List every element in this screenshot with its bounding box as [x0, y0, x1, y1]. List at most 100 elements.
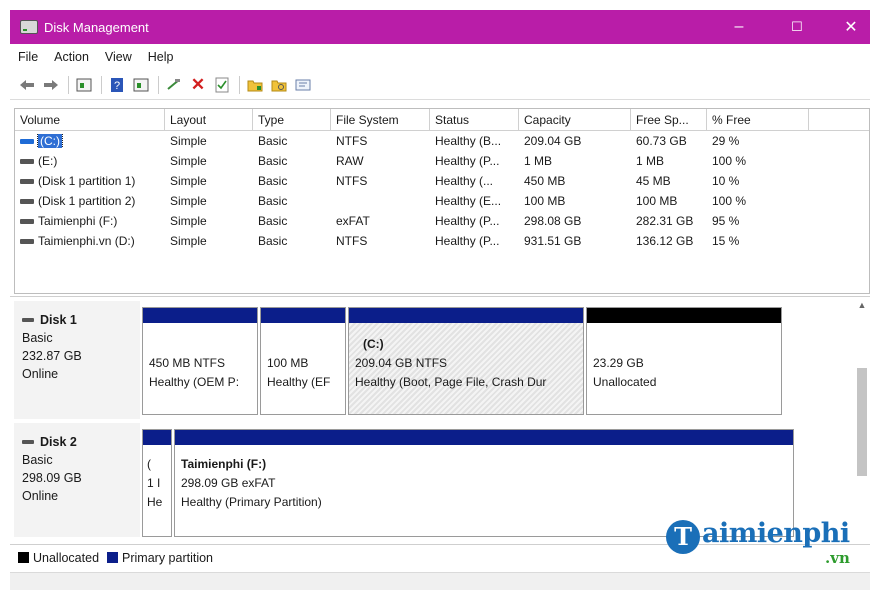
volume-name: (C:)	[37, 134, 63, 148]
volume-free-space: 282.31 GB	[636, 214, 694, 228]
folder-icon[interactable]	[244, 74, 266, 96]
partition-disk1-oem[interactable]: 450 MB NTFS Healthy (OEM P:	[142, 307, 258, 415]
list-view-icon[interactable]	[73, 74, 95, 96]
volume-capacity: 209.04 GB	[524, 134, 582, 148]
table-row[interactable]: Taimienphi (F:) Simple Basic exFAT Healt…	[15, 211, 869, 231]
disk-2-info[interactable]: Disk 2 Basic 298.09 GB Online	[14, 423, 140, 537]
disk-type: Basic	[22, 453, 53, 467]
volume-type: Basic	[258, 194, 288, 208]
volume-percent-free: 15 %	[712, 234, 740, 248]
column-header-percent-free[interactable]: % Free	[707, 109, 809, 130]
partition-size: 450 MB NTFS	[149, 356, 226, 370]
watermark-mark: T	[666, 520, 700, 554]
partition-bar	[261, 308, 345, 323]
legend-swatch-black	[18, 552, 29, 563]
table-row[interactable]: (E:) Simple Basic RAW Healthy (P... 1 MB…	[15, 151, 869, 171]
volume-free-space: 60.73 GB	[636, 134, 687, 148]
volume-percent-free: 10 %	[712, 174, 740, 188]
toolbar-separator	[158, 75, 159, 94]
connect-icon[interactable]	[163, 74, 185, 96]
volume-name: (E:)	[38, 154, 58, 168]
partition-status: Healthy (EF	[267, 375, 331, 389]
minimize-button[interactable]: –	[716, 10, 762, 44]
partition-disk1-c[interactable]: (C:) 209.04 GB NTFS Healthy (Boot, Page …	[348, 307, 584, 415]
column-header-volume[interactable]: Volume	[15, 109, 165, 130]
volume-free-space: 136.12 GB	[636, 234, 694, 248]
taimienphi-watermark-logo: T aimienphi .vn	[662, 514, 862, 570]
drive-icon	[20, 238, 34, 244]
volume-file-system: NTFS	[336, 134, 368, 148]
scroll-up-icon[interactable]: ▲	[856, 300, 868, 310]
volume-layout: Simple	[170, 234, 207, 248]
back-arrow-icon[interactable]	[16, 74, 38, 96]
partition-status: He	[147, 495, 163, 509]
column-header-layout[interactable]: Layout	[165, 109, 253, 130]
menu-file[interactable]: File	[10, 50, 46, 64]
menu-action[interactable]: Action	[46, 50, 97, 64]
toolbar-separator	[239, 75, 240, 94]
volume-free-space: 1 MB	[636, 154, 665, 168]
volume-percent-free: 100 %	[712, 194, 747, 208]
menu-help[interactable]: Help	[140, 50, 182, 64]
volume-list: Volume Layout Type File System Status Ca…	[14, 108, 870, 294]
disk-state: Online	[22, 367, 59, 381]
column-header-capacity[interactable]: Capacity	[519, 109, 631, 130]
volume-status: Healthy (...	[435, 174, 494, 188]
table-row[interactable]: Taimienphi.vn (D:) Simple Basic NTFS Hea…	[15, 231, 869, 251]
properties-icon[interactable]	[130, 74, 152, 96]
table-row[interactable]: (Disk 1 partition 2) Simple Basic Health…	[15, 191, 869, 211]
search-folder-icon[interactable]	[268, 74, 290, 96]
partition-title: (	[147, 457, 151, 471]
volume-capacity: 931.51 GB	[524, 234, 582, 248]
volume-type: Basic	[258, 234, 288, 248]
partition-status: Healthy (OEM P:	[149, 375, 240, 389]
column-header-free-space[interactable]: Free Sp...	[631, 109, 707, 130]
legend-label: Primary partition	[122, 550, 214, 565]
volume-type: Basic	[258, 134, 288, 148]
help-icon[interactable]: ?	[106, 74, 128, 96]
forward-arrow-icon[interactable]	[40, 74, 62, 96]
drive-icon	[20, 198, 34, 204]
menu-view[interactable]: View	[97, 50, 140, 64]
table-row[interactable]: (C:) Simple Basic NTFS Healthy (B... 209…	[15, 131, 869, 151]
column-header-type[interactable]: Type	[253, 109, 331, 130]
vertical-scrollbar[interactable]: ▲	[856, 300, 868, 535]
column-header-status[interactable]: Status	[430, 109, 519, 130]
volume-name: (Disk 1 partition 2)	[38, 194, 136, 208]
disk-state: Online	[22, 489, 59, 503]
partition-bar	[587, 308, 781, 323]
volume-layout: Simple	[170, 214, 207, 228]
partition-disk1-efi[interactable]: 100 MB Healthy (EF	[260, 307, 346, 415]
disk-name: Disk 1	[40, 313, 77, 327]
legend-unallocated: Unallocated	[18, 551, 99, 565]
status-bar	[10, 572, 870, 590]
partition-disk2-small[interactable]: ( 1 I He	[142, 429, 172, 537]
maximize-button[interactable]: ☐	[774, 10, 820, 44]
partition-size: 209.04 GB NTFS	[355, 356, 448, 370]
close-button[interactable]: ✕	[828, 10, 870, 44]
partition-size: 1 I	[147, 476, 161, 490]
table-row[interactable]: (Disk 1 partition 1) Simple Basic NTFS H…	[15, 171, 869, 191]
volume-layout: Simple	[170, 134, 207, 148]
partition-size: 23.29 GB	[593, 356, 644, 370]
volume-capacity: 100 MB	[524, 194, 566, 208]
disk-type: Basic	[22, 331, 53, 345]
volume-capacity: 298.08 GB	[524, 214, 582, 228]
partition-bar	[143, 308, 257, 323]
partition-disk1-unallocated[interactable]: 23.29 GB Unallocated	[586, 307, 782, 415]
partition-status: Healthy (Primary Partition)	[181, 495, 322, 509]
console-icon[interactable]	[292, 74, 314, 96]
menu-bar: File Action View Help	[10, 46, 870, 68]
svg-text:?: ?	[114, 80, 120, 92]
scrollbar-thumb[interactable]	[857, 368, 867, 476]
check-icon[interactable]	[211, 74, 233, 96]
drive-icon	[20, 178, 34, 184]
watermark-name: aimienphi	[702, 518, 850, 549]
column-header-file-system[interactable]: File System	[331, 109, 430, 130]
drive-icon	[20, 138, 34, 144]
volume-capacity: 1 MB	[524, 154, 553, 168]
disk-1-info[interactable]: Disk 1 Basic 232.87 GB Online	[14, 301, 140, 419]
volume-type: Basic	[258, 174, 288, 188]
delete-icon[interactable]: ✕	[187, 74, 209, 96]
legend-swatch-blue	[107, 552, 119, 563]
